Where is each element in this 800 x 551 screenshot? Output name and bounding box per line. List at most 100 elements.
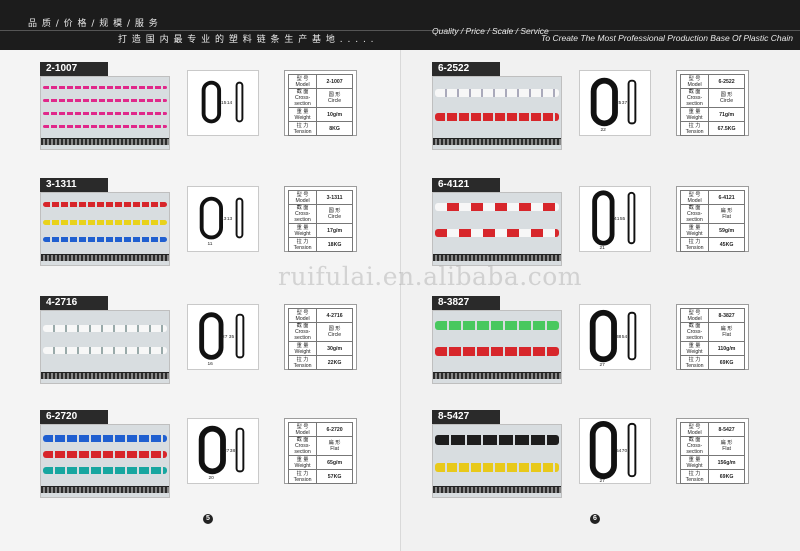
chain-strand bbox=[43, 435, 167, 442]
spec-table: 型 号 Model 3-1311 截 面 Cross-section 圆 形 Circle… bbox=[284, 186, 357, 252]
tension-value: 45KG bbox=[708, 237, 745, 252]
dim-c: 16 bbox=[207, 361, 213, 367]
model-value: 4-2716 bbox=[316, 308, 353, 323]
weight-key: 重 量 Weight bbox=[679, 107, 710, 122]
chain-photo bbox=[40, 310, 170, 384]
chain-strand bbox=[43, 220, 167, 225]
cross-section-value: 扁 形 Flat bbox=[708, 322, 745, 342]
product-code-label: 4-2716 bbox=[40, 296, 108, 310]
product-code-label: 3-1311 bbox=[40, 178, 108, 192]
cross-section-key: 截 面 Cross-section bbox=[679, 204, 710, 224]
product-card: 6-2720 27 38 20 型 号 Model 6-2720 截 面 Cross-… bbox=[40, 410, 360, 500]
product-card: 8-5427 54 70 27 型 号 Model 8-5427 截 面 Cross-… bbox=[432, 410, 752, 500]
chain-strand bbox=[43, 467, 167, 474]
model-value: 2-1007 bbox=[316, 74, 353, 89]
chain-strand bbox=[435, 321, 559, 330]
product-card: 3-1311 13 13 11 型 号 Model 3-1311 截 面 Cross-… bbox=[40, 178, 360, 268]
tension-value: 69KG bbox=[708, 355, 745, 370]
model-value: 8-5427 bbox=[708, 422, 745, 437]
dim-a: 27 bbox=[222, 334, 228, 340]
dim-b: 13 bbox=[227, 216, 233, 222]
weight-value: 59g/m bbox=[708, 223, 745, 238]
measuring-ruler bbox=[433, 486, 561, 493]
spec-table: 型 号 Model 4-2716 截 面 Cross-section 圆 形 Circle… bbox=[284, 304, 357, 370]
chain-strand bbox=[43, 202, 167, 207]
link-dimension-diagram: 25 37 22 bbox=[579, 70, 651, 136]
chain-strand bbox=[43, 86, 167, 89]
weight-key: 重 量 Weight bbox=[287, 341, 318, 356]
measuring-ruler bbox=[433, 254, 561, 261]
measuring-ruler bbox=[41, 486, 169, 493]
weight-value: 30g/m bbox=[316, 341, 353, 356]
dim-c: 20 bbox=[208, 475, 214, 481]
model-key: 型 号 Model bbox=[287, 74, 318, 89]
cross-section-value: 圆 形 Circle bbox=[708, 88, 745, 108]
chain-strand bbox=[435, 463, 559, 472]
page-number-left: 5 bbox=[203, 514, 213, 524]
weight-key: 重 量 Weight bbox=[679, 223, 710, 238]
header-divider bbox=[0, 30, 800, 31]
cross-section-key: 截 面 Cross-section bbox=[287, 322, 318, 342]
weight-key: 重 量 Weight bbox=[679, 341, 710, 356]
cross-section-value: 扁 形 Flat bbox=[708, 436, 745, 456]
cross-section-key: 截 面 Cross-section bbox=[679, 436, 710, 456]
tension-key: 拉 力 Tension bbox=[679, 121, 710, 136]
product-code-label: 2-1007 bbox=[40, 62, 108, 76]
model-value: 6-2522 bbox=[708, 74, 745, 89]
model-key: 型 号 Model bbox=[679, 422, 710, 437]
link-dimension-diagram: 27 38 20 bbox=[187, 418, 259, 484]
cross-section-value: 圆 形 Circle bbox=[316, 204, 353, 224]
header-bar: 品 质 / 价 格 / 规 模 / 服 务 打 造 国 内 最 专 业 的 塑 … bbox=[0, 0, 800, 50]
weight-key: 重 量 Weight bbox=[679, 455, 710, 470]
weight-value: 156g/m bbox=[708, 455, 745, 470]
cross-section-key: 截 面 Cross-section bbox=[287, 436, 318, 456]
product-card: 4-2716 27 35 16 型 号 Model 4-2716 截 面 Cross-… bbox=[40, 296, 360, 386]
chain-strand bbox=[43, 237, 167, 242]
model-key: 型 号 Model bbox=[287, 422, 318, 437]
dim-a: 38 bbox=[616, 334, 622, 340]
header-en-tagline: To Create The Most Professional Producti… bbox=[541, 33, 793, 43]
tension-value: 22KG bbox=[316, 355, 353, 370]
dim-c: 27 bbox=[599, 362, 605, 368]
cross-section-key: 截 面 Cross-section bbox=[287, 204, 318, 224]
product-code-label: 6-4121 bbox=[432, 178, 500, 192]
tension-key: 拉 力 Tension bbox=[679, 469, 710, 484]
link-dimension-diagram: 27 35 16 bbox=[187, 304, 259, 370]
product-card: 8-3827 38 54 27 型 号 Model 8-3827 截 面 Cross-… bbox=[432, 296, 752, 386]
tension-key: 拉 力 Tension bbox=[287, 121, 318, 136]
spec-table: 型 号 Model 8-5427 截 面 Cross-section 扁 形 Flat 重… bbox=[676, 418, 749, 484]
dim-a: 13 bbox=[221, 216, 227, 222]
header-cn-tagline: 打 造 国 内 最 专 业 的 塑 料 链 条 生 产 基 地 . . . . … bbox=[118, 35, 375, 45]
dim-c: 21 bbox=[599, 245, 605, 251]
spec-table: 型 号 Model 6-4121 截 面 Cross-section 扁 形 Flat 重… bbox=[676, 186, 749, 252]
dim-b: 14 bbox=[227, 100, 233, 106]
dim-c: 27 bbox=[599, 478, 605, 484]
tension-key: 拉 力 Tension bbox=[287, 237, 318, 252]
product-code-label: 6-2522 bbox=[432, 62, 500, 76]
cross-section-key: 截 面 Cross-section bbox=[679, 322, 710, 342]
weight-value: 65g/m bbox=[316, 455, 353, 470]
tension-key: 拉 力 Tension bbox=[679, 237, 710, 252]
model-key: 型 号 Model bbox=[287, 190, 318, 205]
cross-section-key: 截 面 Cross-section bbox=[679, 88, 710, 108]
dim-c: 11 bbox=[207, 241, 212, 247]
link-dimension-diagram: 41 55 21 bbox=[579, 186, 651, 252]
measuring-ruler bbox=[433, 372, 561, 379]
model-key: 型 号 Model bbox=[679, 74, 710, 89]
measuring-ruler bbox=[41, 372, 169, 379]
dim-a: 27 bbox=[224, 448, 230, 454]
weight-value: 10g/m bbox=[316, 107, 353, 122]
chain-photo bbox=[40, 424, 170, 498]
model-value: 8-3827 bbox=[708, 308, 745, 323]
model-key: 型 号 Model bbox=[679, 308, 710, 323]
weight-value: 110g/m bbox=[708, 341, 745, 356]
dim-b: 35 bbox=[229, 334, 235, 340]
header-en-slogan: Quality / Price / Scale / Service bbox=[432, 26, 549, 36]
weight-key: 重 量 Weight bbox=[287, 455, 318, 470]
model-key: 型 号 Model bbox=[679, 190, 710, 205]
link-dimension-diagram: 13 13 11 bbox=[187, 186, 259, 252]
cross-section-value: 圆 形 Circle bbox=[316, 322, 353, 342]
chain-strand bbox=[435, 347, 559, 356]
chain-strand bbox=[43, 451, 167, 458]
product-code-label: 6-2720 bbox=[40, 410, 108, 424]
